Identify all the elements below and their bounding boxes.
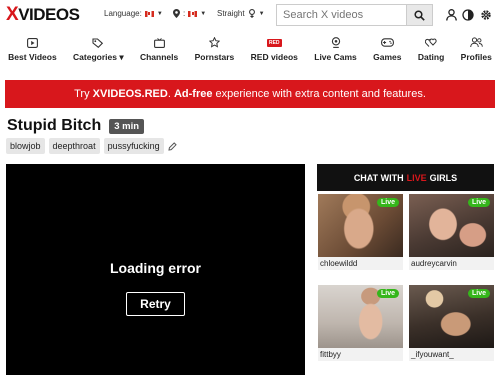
hearts-icon [425, 38, 437, 47]
banner-mid: . [167, 88, 171, 100]
nav-label: Live Cams [314, 52, 357, 62]
nav-label: Games [373, 52, 402, 62]
gamepad-icon [380, 38, 394, 47]
chat-header-post: GIRLS [429, 172, 458, 183]
nav-label: Dating [417, 52, 445, 62]
cam-thumbnail: Live [409, 285, 494, 348]
female-symbol-icon [248, 9, 255, 18]
nav-label: RED videos [250, 52, 298, 62]
nav-best-videos[interactable]: Best Videos [0, 36, 65, 68]
nav-label: Channels [139, 52, 179, 62]
logo-x: X [6, 4, 19, 25]
tag-link[interactable]: deepthroat [48, 138, 100, 154]
cam-name: fittbyy [318, 348, 403, 361]
nav-pornstars[interactable]: Pornstars [186, 36, 242, 68]
xvideos-logo[interactable]: X VIDEOS [6, 4, 80, 25]
chevron-down-icon: ▼ [258, 10, 265, 17]
chat-header-pre: CHAT WITH [353, 172, 404, 183]
location-pin-icon [173, 9, 180, 18]
chat-header[interactable]: CHAT WITH LIVE GIRLS [317, 164, 494, 191]
chat-header-live: LIVE [406, 172, 427, 183]
orientation-selector[interactable]: Straight ▼ [217, 9, 265, 18]
nav-live-cams[interactable]: Live Cams [306, 36, 365, 68]
duration-badge: 3 min [109, 118, 145, 134]
canada-flag-icon [188, 10, 198, 17]
loading-error-text: Loading error [109, 260, 201, 276]
theme-toggle-button[interactable] [461, 8, 475, 22]
video-title: Stupid Bitch [7, 117, 102, 134]
video-title-row: Stupid Bitch 3 min [7, 116, 145, 136]
canada-flag-icon [144, 10, 154, 17]
webcam-icon [331, 37, 340, 48]
cam-thumbnail: Live [318, 194, 403, 257]
banner-pre: Try [74, 88, 90, 100]
nav-label: Categories ▾ [73, 52, 124, 62]
cam-thumbnail: Live [409, 194, 494, 257]
header: X VIDEOS Language: ▼ : ▼ Straight ▼ [0, 0, 500, 30]
settings-button[interactable] [479, 8, 493, 22]
user-account-button[interactable] [444, 8, 458, 22]
live-cams-sidebar: CHAT WITH LIVE GIRLS Live chloewildd Liv… [317, 164, 494, 375]
banner-post: experience with extra content and featur… [215, 88, 426, 100]
logo-text: VIDEOS [18, 5, 80, 24]
nav-games[interactable]: Games [365, 36, 410, 68]
cam-thumbnail: Live [318, 285, 403, 348]
nav-label: Pornstars [194, 52, 235, 62]
user-icon [445, 9, 457, 21]
search-button[interactable] [406, 4, 433, 26]
language-label: Language: [104, 9, 142, 18]
cam-name: chloewildd [318, 257, 403, 270]
cam-card[interactable]: Live _ifyouwant_ [409, 285, 494, 361]
red-promo-banner[interactable]: Try XVIDEOS.RED. Ad-free experience with… [5, 80, 495, 108]
orientation-label: Straight [217, 9, 245, 18]
nav-red-videos[interactable]: RED RED videos [242, 36, 306, 68]
cam-card[interactable]: Live chloewildd [318, 194, 403, 270]
tag-link[interactable]: pussyfucking [103, 138, 164, 154]
red-badge-icon: RED [266, 38, 282, 47]
cam-card[interactable]: Live audreycarvin [409, 194, 494, 270]
pencil-icon[interactable] [167, 141, 177, 151]
nav-channels[interactable]: Channels [132, 36, 187, 68]
language-selector[interactable]: Language: ▼ [104, 9, 163, 18]
cam-card[interactable]: Live fittbyy [318, 285, 403, 361]
video-player[interactable]: Loading error Retry [6, 164, 305, 375]
live-badge: Live [467, 198, 490, 207]
country-selector[interactable]: : ▼ [173, 9, 206, 18]
star-icon [208, 37, 220, 48]
search-input[interactable] [276, 4, 406, 26]
nav-label: Profiles [460, 52, 492, 62]
banner-adfree: Ad-free [173, 88, 213, 100]
live-badge: Live [376, 198, 399, 207]
play-box-icon [26, 37, 38, 48]
search-icon [414, 9, 425, 21]
tags-icon [92, 37, 104, 48]
live-badge: Live [467, 289, 490, 298]
main-nav: Best Videos Categories ▾ Channels Pornst… [0, 36, 500, 68]
users-icon [469, 37, 483, 48]
nav-label: Best Videos [8, 52, 57, 62]
chevron-down-icon: ▼ [156, 10, 163, 17]
cam-name: audreycarvin [409, 257, 494, 270]
banner-brand: XVIDEOS.RED [92, 88, 168, 100]
gear-icon [481, 10, 491, 20]
nav-profiles[interactable]: Profiles [453, 36, 500, 68]
contrast-icon [462, 9, 474, 21]
live-badge: Live [376, 289, 399, 298]
nav-dating[interactable]: Dating [410, 36, 453, 68]
tag-link[interactable]: blowjob [6, 138, 45, 154]
cam-name: _ifyouwant_ [409, 348, 494, 361]
chevron-down-icon: ▼ [200, 10, 207, 17]
retry-button[interactable]: Retry [126, 292, 185, 316]
tv-icon [153, 37, 165, 48]
video-tags: blowjob deepthroat pussyfucking [6, 138, 177, 154]
nav-categories[interactable]: Categories ▾ [65, 36, 132, 68]
